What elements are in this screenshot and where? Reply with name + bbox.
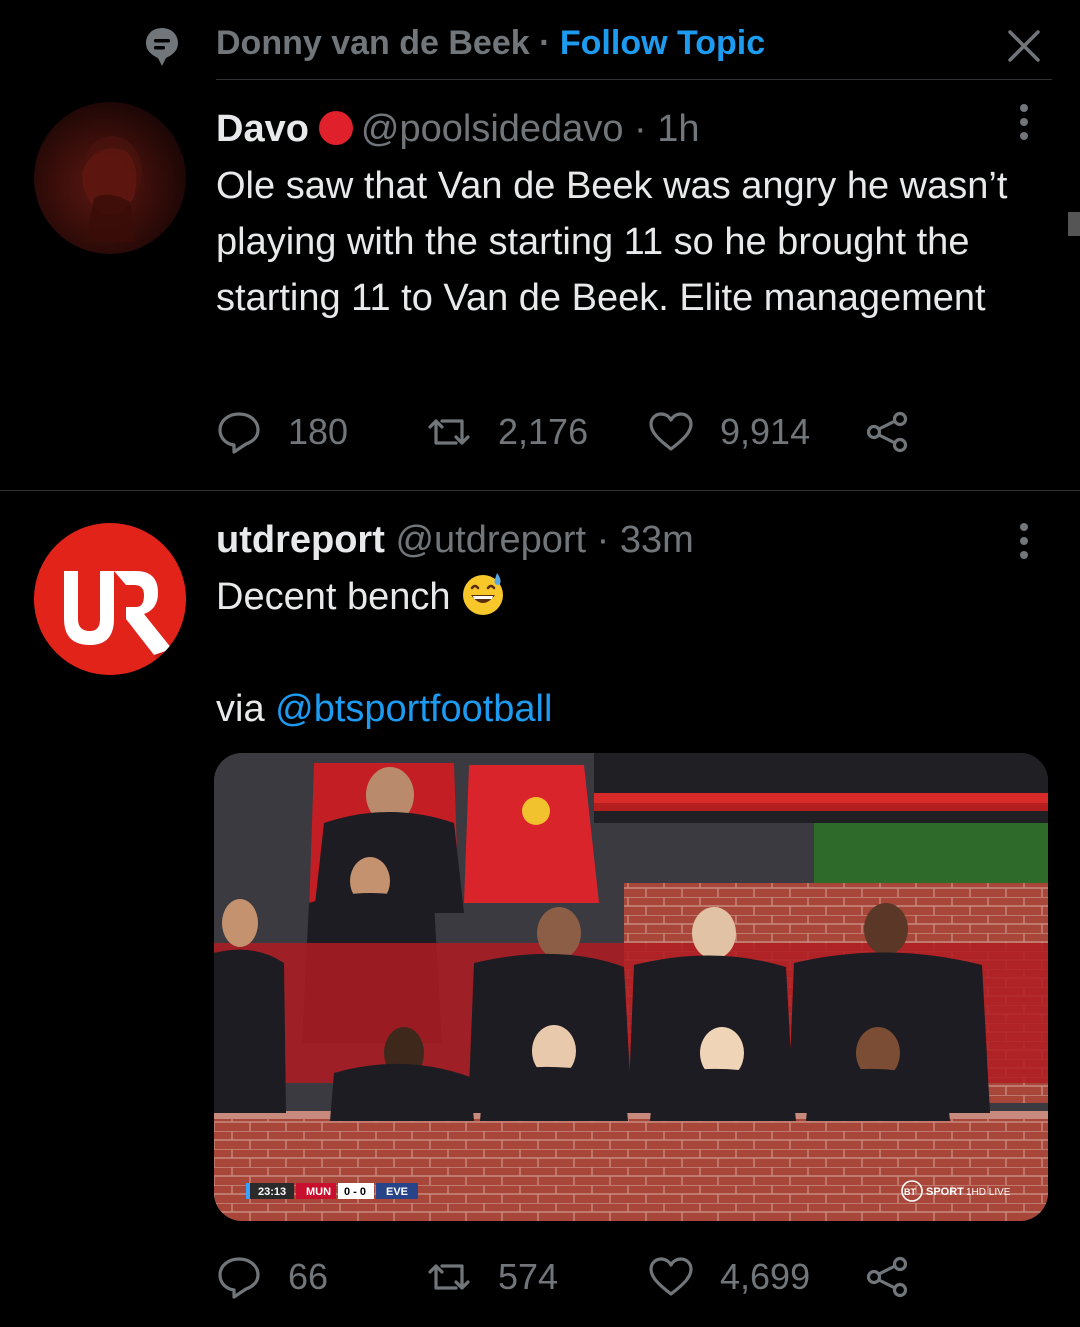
like-icon	[649, 1257, 693, 1296]
tweet-text: Decent bench via @btsportfootball	[216, 569, 1056, 737]
retweet-count: 2,176	[498, 411, 589, 452]
broadcaster-badge: BT	[904, 1187, 916, 1197]
retweet-button[interactable]: 2,176	[426, 408, 588, 456]
like-count: 4,699	[720, 1256, 811, 1297]
tweet-header: Davo @poolsidedavo · 1h	[216, 108, 700, 151]
scrollbar[interactable]	[1068, 212, 1080, 236]
display-name[interactable]: Davo	[216, 108, 309, 150]
tweet[interactable]: Davo @poolsidedavo · 1h Ole saw that Van …	[0, 80, 1080, 490]
tweet-text: Ole saw that Van de Beek was angry he wa…	[216, 165, 1008, 319]
topic-title: Donny van de Beek · Follow Topic	[216, 24, 765, 63]
action-bar: 180 2,176 9,914	[216, 408, 936, 456]
scoreboard-away: EVE	[386, 1186, 408, 1198]
like-count: 9,914	[720, 411, 811, 452]
more-icon[interactable]	[1014, 521, 1034, 561]
timestamp[interactable]: 33m	[620, 519, 694, 561]
badge-icon	[318, 111, 353, 145]
reply-icon	[218, 412, 260, 454]
topic-name[interactable]: Donny van de Beek	[216, 24, 530, 62]
scoreboard-score: 0 - 0	[344, 1186, 366, 1198]
like-button[interactable]: 9,914	[648, 408, 810, 456]
grinning-sweat-emoji-icon	[462, 573, 503, 615]
broadcaster-logo: SPORT	[926, 1186, 964, 1198]
tweet[interactable]: utdreport @utdreport · 33m Decent bench …	[0, 491, 1080, 1327]
reply-count: 66	[288, 1256, 329, 1297]
tweet-header: utdreport @utdreport · 33m	[216, 519, 694, 562]
timestamp[interactable]: 1h	[657, 108, 699, 150]
retweet-button[interactable]: 574	[426, 1253, 558, 1301]
like-icon	[649, 412, 693, 451]
separator: ·	[634, 108, 647, 150]
share-icon	[866, 1256, 908, 1298]
reply-button[interactable]: 66	[216, 1253, 328, 1301]
handle[interactable]: @poolsidedavo	[361, 108, 624, 150]
topic-header: Donny van de Beek · Follow Topic	[0, 0, 1080, 80]
share-button[interactable]	[864, 1253, 910, 1301]
display-name[interactable]: utdreport	[216, 519, 385, 561]
share-icon	[866, 411, 908, 453]
separator: ·	[596, 519, 610, 561]
reply-icon	[218, 1257, 260, 1299]
topic-separator: ·	[539, 24, 551, 62]
topic-icon	[146, 28, 178, 66]
close-icon[interactable]	[1004, 26, 1044, 66]
via-label: via	[216, 688, 265, 730]
like-button[interactable]: 4,699	[648, 1253, 810, 1301]
avatar[interactable]	[34, 102, 186, 254]
scoreboard-home: MUN	[306, 1186, 331, 1198]
reply-count: 180	[288, 411, 349, 452]
tweet-media-image[interactable]: 23:13 MUN 0 - 0 EVE BT SPORT 1HD LIVE	[214, 753, 1048, 1221]
avatar[interactable]	[34, 523, 186, 675]
tweet-text-line: Decent bench	[216, 576, 451, 618]
mention-link[interactable]: @btsportfootball	[275, 688, 552, 730]
retweet-icon	[428, 419, 470, 445]
scoreboard-clock: 23:13	[258, 1186, 286, 1198]
retweet-count: 574	[498, 1256, 559, 1297]
more-icon[interactable]	[1014, 102, 1034, 142]
share-button[interactable]	[864, 408, 910, 456]
reply-button[interactable]: 180	[216, 408, 348, 456]
follow-topic-button[interactable]: Follow Topic	[560, 24, 765, 62]
action-bar: 66 574 4,699	[216, 1253, 936, 1301]
retweet-icon	[428, 1264, 470, 1290]
handle[interactable]: @utdreport	[395, 519, 586, 561]
broadcaster-feed: 1HD LIVE	[966, 1187, 1011, 1198]
